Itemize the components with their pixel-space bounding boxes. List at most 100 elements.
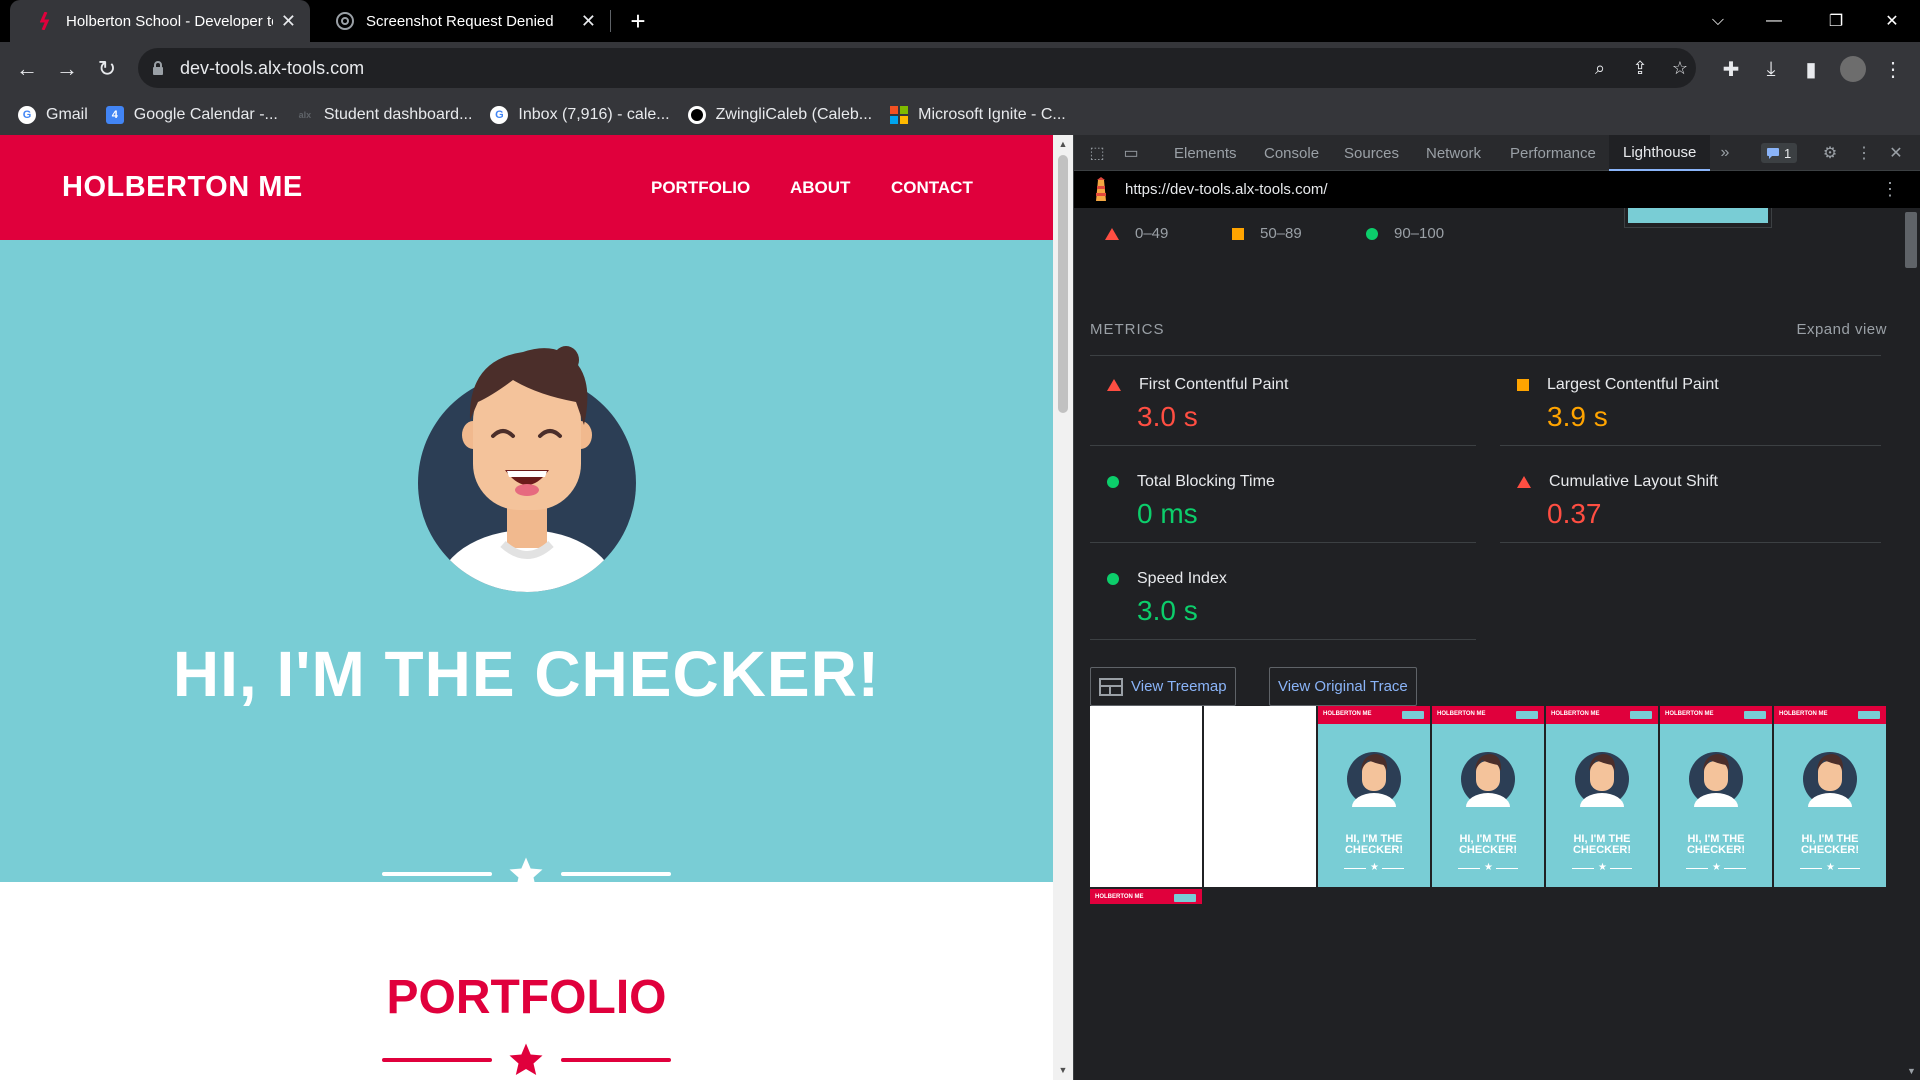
frame-title-line: CHECKER! [1344,844,1404,856]
tab-performance[interactable]: Performance [1510,135,1596,171]
lighthouse-logo-icon [1096,176,1106,201]
view-original-trace-button[interactable]: View Original Trace [1269,667,1417,706]
frame-title: HI, I'M THE CHECKER! [1432,834,1544,856]
devtools-scrollbar[interactable]: ▼ [1901,208,1920,1080]
zoom-icon[interactable]: ⌕ [1588,56,1612,80]
tab-title: Screenshot Request Denied [366,12,554,30]
bookmark-star-icon[interactable]: ☆ [1668,56,1692,80]
browser-toolbar: ← → ↻ dev-tools.alx-tools.com ⌕ ⇪ ☆ ✚ ⤓ … [0,42,1920,95]
forward-button[interactable]: → [51,53,83,85]
back-button[interactable]: ← [11,53,43,85]
menu-kebab-icon[interactable]: ⋮ [1880,56,1906,82]
scroll-down-icon[interactable]: ▼ [1058,1065,1068,1075]
bookmark-student-dashboard[interactable]: alx Student dashboard... [296,106,473,124]
tab-holberton[interactable]: Holberton School - Developer to ✕ [10,0,310,42]
frame-star-icon: ★ [1598,862,1607,873]
frame-logo: HOLBERTON ME [1551,711,1600,717]
metric-value: 3.0 s [1137,401,1198,432]
tab-console[interactable]: Console [1264,135,1319,171]
frame-divider [1686,868,1708,869]
portfolio-heading: PORTFOLIO [386,971,667,1024]
metric-name: First Contentful Paint [1139,376,1289,393]
frame-divider [1572,868,1594,869]
fail-triangle-icon [1517,476,1531,488]
hero-section: HI, I'M THE CHECKER! [0,240,1053,889]
extensions-icon[interactable]: ✚ [1718,56,1744,82]
devtools-panel: ⬚ ▭ Elements Console Sources Network Per… [1073,135,1920,1080]
tab-sources[interactable]: Sources [1344,135,1399,171]
scroll-up-icon[interactable]: ▲ [1058,139,1068,149]
bookmark-microsoft[interactable]: Microsoft Ignite - C... [890,106,1066,124]
close-window-button[interactable]: ✕ [1864,0,1920,42]
frame-header: HOLBERTON ME [1318,706,1430,724]
download-icon[interactable]: ⤓ [1758,56,1784,82]
frame-avatar-icon [1461,752,1515,807]
frame-star-icon: ★ [1370,862,1379,873]
lock-icon [153,61,163,75]
bookmark-label: Microsoft Ignite - C... [918,106,1066,123]
close-tab-icon[interactable]: ✕ [581,11,596,32]
fail-triangle-icon [1105,227,1119,240]
devtools-menu-kebab-icon[interactable]: ⋮ [1853,142,1875,164]
bookmark-calendar[interactable]: 4 Google Calendar -... [105,106,278,124]
metric-value: 3.0 s [1137,595,1198,626]
frame-star-icon: ★ [1484,862,1493,873]
issues-badge[interactable]: 1 [1761,143,1798,163]
divider [1090,639,1476,640]
settings-gear-icon[interactable]: ⚙ [1819,142,1841,164]
metrics-heading: METRICS [1090,321,1165,338]
pass-circle-icon [1107,476,1119,488]
close-tab-icon[interactable]: ✕ [281,11,296,32]
nav-contact[interactable]: CONTACT [891,178,973,198]
tab-lighthouse[interactable]: Lighthouse [1609,135,1711,171]
side-panel-icon[interactable]: ▮ [1798,56,1824,82]
tab-elements[interactable]: Elements [1174,135,1237,171]
divider-line [382,872,492,876]
divider [1090,445,1476,446]
bookmark-github[interactable]: ZwingliCaleb (Caleb... [687,106,872,124]
page-scrollbar[interactable]: ▲ ▼ [1053,135,1073,1080]
restore-button[interactable]: ❐ [1808,0,1864,42]
device-toolbar-icon[interactable]: ▭ [1120,142,1142,164]
more-tabs-chevron-icon[interactable]: » [1714,142,1736,164]
reload-button[interactable]: ↻ [91,53,123,85]
message-icon [1767,147,1779,159]
frame-logo: HOLBERTON ME [1665,711,1714,717]
scrollbar-thumb[interactable] [1058,155,1068,413]
expand-view-toggle[interactable]: Expand view [1796,321,1887,338]
bookmark-label: Gmail [46,106,88,123]
bookmark-gmail[interactable]: G Gmail [18,106,88,124]
address-bar[interactable]: dev-tools.alx-tools.com ⌕ ⇪ ☆ [138,48,1696,88]
legend-range: 50–89 [1260,225,1302,242]
devtools-tabbar: ⬚ ▭ Elements Console Sources Network Per… [1074,135,1920,171]
minimize-button[interactable]: — [1746,0,1802,42]
tab-search-chevron-icon[interactable]: ⌵ [1690,0,1746,42]
bookmark-label: Student dashboard... [323,106,473,123]
nav-about[interactable]: ABOUT [790,178,850,198]
divider-line [561,1058,671,1062]
inspect-element-icon[interactable]: ⬚ [1086,142,1108,164]
scrollbar-thumb[interactable] [1905,212,1917,268]
site-logo[interactable]: HOLBERTON ME [62,171,303,204]
view-treemap-button[interactable]: View Treemap [1090,667,1236,706]
bookmarks-bar: G Gmail 4 Google Calendar -... alx Stude… [0,95,1920,135]
report-menu-kebab-icon[interactable]: ⋮ [1881,179,1899,200]
tab-screenshot-denied[interactable]: Screenshot Request Denied ✕ [310,0,610,42]
bookmark-label: Inbox (7,916) - cale... [518,106,670,123]
frame-title: HI, I'M THE CHECKER! [1774,834,1886,856]
button-label: View Original Trace [1278,678,1408,695]
filmstrip-frame: HOLBERTON ME HI, I'M THE CHECKER! ★ [1546,706,1658,887]
tab-network[interactable]: Network [1426,135,1481,171]
frame-divider [1838,868,1860,869]
close-devtools-icon[interactable]: ✕ [1885,142,1907,164]
nav-portfolio[interactable]: PORTFOLIO [651,178,750,198]
share-icon[interactable]: ⇪ [1628,56,1652,80]
bookmark-inbox[interactable]: G Inbox (7,916) - cale... [490,106,670,124]
profile-avatar[interactable] [1840,56,1866,82]
filmstrip-frame: HOLBERTON ME [1090,889,1202,904]
holberton-favicon-icon [36,12,54,30]
legend-range: 90–100 [1394,225,1445,242]
new-tab-button[interactable]: + [623,6,653,36]
filmstrip-frame: HOLBERTON ME HI, I'M THE CHECKER! ★ [1774,706,1886,887]
scroll-down-icon[interactable]: ▼ [1907,1066,1916,1076]
